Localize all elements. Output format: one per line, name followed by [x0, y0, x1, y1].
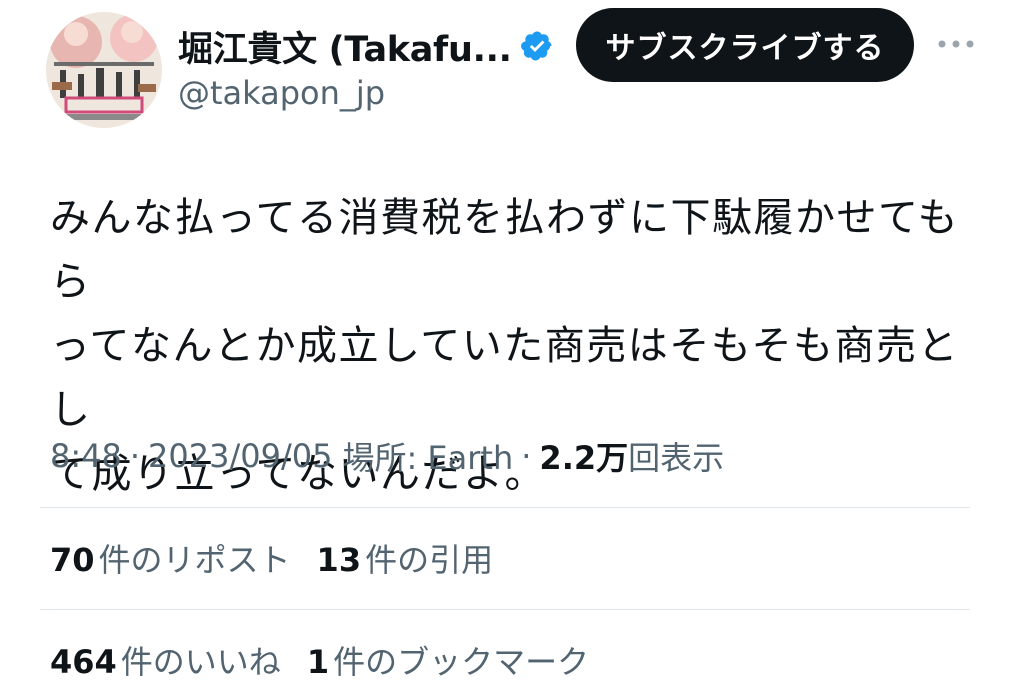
bookmarks-count: 1	[306, 643, 330, 681]
tweet-time[interactable]: 8:48	[50, 437, 122, 475]
meta-separator: ·	[129, 437, 141, 475]
author-name-row: 堀江貴文 (Takafu...	[178, 20, 558, 72]
divider	[40, 609, 970, 610]
quotes-stat[interactable]: 13 件の引用	[317, 535, 494, 581]
reposts-count: 70	[50, 541, 95, 579]
tweet-location: 場所: Earth	[342, 439, 514, 477]
quotes-label: 件の引用	[365, 541, 494, 579]
likes-label: 件のいいね	[120, 643, 281, 681]
subscribe-button[interactable]: サブスクライブする	[576, 8, 914, 82]
more-button[interactable]	[936, 22, 976, 66]
views-label: 回表示	[628, 439, 725, 477]
verified-badge-icon[interactable]	[520, 29, 554, 63]
meta-separator: ·	[521, 437, 532, 475]
likes-count: 464	[50, 643, 117, 681]
reposts-stat[interactable]: 70 件のリポスト	[50, 535, 291, 581]
author-block: 堀江貴文 (Takafu... @takapon_jp	[178, 20, 558, 112]
avatar[interactable]	[46, 12, 162, 128]
bookmarks-stat[interactable]: 1 件のブックマーク	[307, 637, 589, 683]
stats-row-engagement: 464 件のいいね 1 件のブックマーク	[50, 636, 615, 684]
reposts-label: 件のリポスト	[98, 541, 291, 579]
likes-stat[interactable]: 464 件のいいね	[50, 637, 281, 683]
tweet-date[interactable]: 2023/09/05	[148, 437, 332, 475]
divider	[40, 507, 970, 508]
quotes-count: 13	[316, 541, 362, 579]
bookmarks-label: 件のブックマーク	[333, 643, 590, 681]
more-horizontal-icon	[938, 40, 974, 48]
views-count: 2.2万	[539, 439, 629, 477]
tweet-detail-view: 堀江貴文 (Takafu... @takapon_jp サブスクライブする みん…	[0, 0, 1024, 698]
tweet-meta: 8:48 · 2023/09/05 場所: Earth · 2.2万 回表示	[50, 432, 724, 480]
author-handle[interactable]: @takapon_jp	[178, 74, 558, 112]
stats-row-shares: 70 件のリポスト 13 件の引用	[50, 534, 519, 582]
avatar-image	[46, 12, 162, 128]
author-display-name[interactable]: 堀江貴文 (Takafu...	[178, 21, 512, 72]
